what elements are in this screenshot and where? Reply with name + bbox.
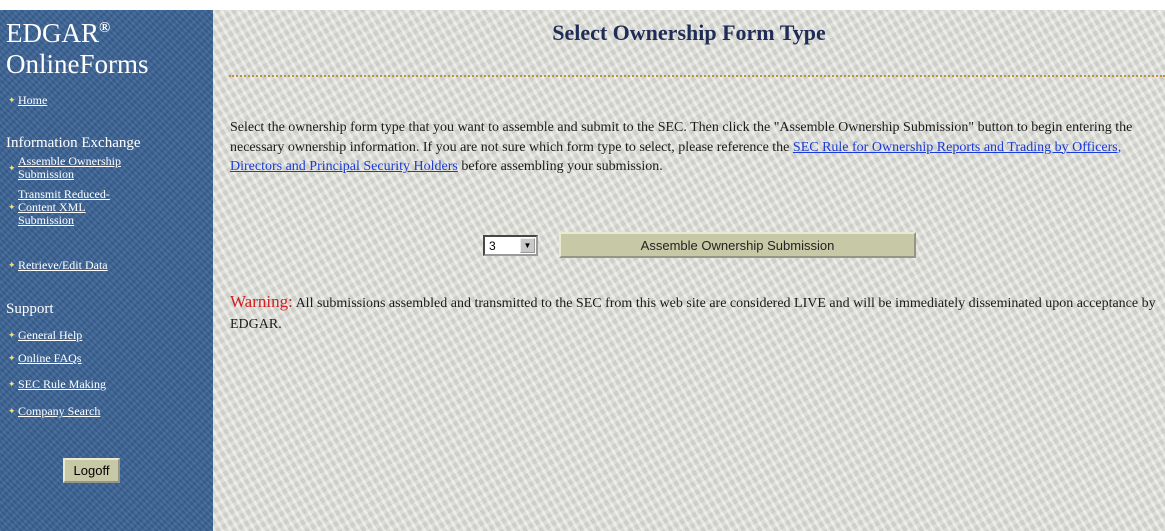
sidebar-item-general-help[interactable]: ✦ General Help bbox=[8, 329, 208, 342]
sidebar-item-sec-rule-making[interactable]: ✦ SEC Rule Making bbox=[8, 378, 208, 391]
bullet-icon: ✦ bbox=[8, 353, 16, 363]
sidebar-item-label[interactable]: Company Search bbox=[18, 405, 208, 418]
main-content: Select Ownership Form Type Select the ow… bbox=[213, 10, 1165, 531]
sidebar-item-label[interactable]: General Help bbox=[18, 329, 208, 342]
sidebar-item-label[interactable]: Home bbox=[18, 94, 208, 107]
form-type-select[interactable]: 3 ▼ bbox=[483, 235, 538, 256]
warning-label: Warning: bbox=[230, 292, 293, 311]
chevron-down-icon[interactable]: ▼ bbox=[520, 238, 535, 253]
sidebar-item-label[interactable]: Transmit Reduced- Content XML Submission bbox=[18, 188, 208, 227]
brand-title: EDGAR bbox=[6, 18, 99, 48]
bullet-icon: ✦ bbox=[8, 260, 16, 270]
bullet-icon: ✦ bbox=[8, 379, 16, 389]
bullet-icon: ✦ bbox=[8, 163, 16, 173]
intro-text-end: before assembling your submission. bbox=[457, 159, 663, 174]
brand-logo: EDGAR® OnlineForms bbox=[6, 18, 149, 80]
sidebar-item-transmit-reduced[interactable]: ✦ Transmit Reduced- Content XML Submissi… bbox=[8, 188, 208, 227]
logoff-button[interactable]: Logoff bbox=[63, 458, 120, 483]
sidebar-item-company-search[interactable]: ✦ Company Search bbox=[8, 405, 208, 418]
sidebar-item-retrieve-edit[interactable]: ✦ Retrieve/Edit Data bbox=[8, 259, 208, 272]
sidebar-item-label[interactable]: Online FAQs bbox=[18, 352, 208, 365]
bullet-icon: ✦ bbox=[8, 330, 16, 340]
bullet-icon: ✦ bbox=[8, 406, 16, 416]
registered-mark: ® bbox=[99, 20, 111, 36]
section-heading-information-exchange: Information Exchange bbox=[6, 135, 141, 151]
brand-subtitle: OnlineForms bbox=[6, 49, 149, 79]
section-heading-support: Support bbox=[6, 301, 54, 317]
bullet-icon: ✦ bbox=[8, 95, 16, 105]
bullet-icon: ✦ bbox=[8, 202, 16, 212]
divider bbox=[229, 75, 1165, 77]
assemble-ownership-button[interactable]: Assemble Ownership Submission bbox=[559, 232, 916, 258]
sidebar-item-assemble-ownership[interactable]: ✦ Assemble Ownership Submission bbox=[8, 155, 208, 181]
sidebar-item-home[interactable]: ✦ Home bbox=[8, 94, 208, 107]
page-title: Select Ownership Form Type bbox=[552, 20, 826, 45]
warning-message: Warning: All submissions assembled and t… bbox=[230, 291, 1165, 335]
warning-text: All submissions assembled and transmitte… bbox=[230, 296, 1156, 332]
sidebar-item-online-faqs[interactable]: ✦ Online FAQs bbox=[8, 352, 208, 365]
sidebar: EDGAR® OnlineForms ✦ Home Information Ex… bbox=[0, 10, 213, 531]
intro-paragraph: Select the ownership form type that you … bbox=[230, 118, 1165, 177]
sidebar-item-label[interactable]: Assemble Ownership Submission bbox=[18, 155, 208, 181]
form-type-value: 3 bbox=[489, 239, 496, 253]
sidebar-item-label[interactable]: Retrieve/Edit Data bbox=[18, 259, 208, 272]
sidebar-item-label[interactable]: SEC Rule Making bbox=[18, 378, 208, 391]
